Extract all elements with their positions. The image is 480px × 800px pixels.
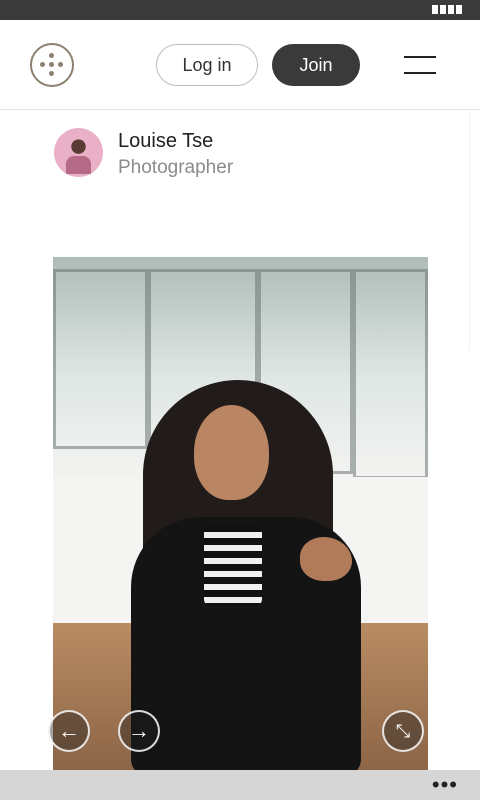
battery-icon xyxy=(432,5,462,14)
striped-shirt xyxy=(204,525,262,607)
profile-avatar[interactable] xyxy=(54,128,103,177)
top-navigation: Log in Join xyxy=(0,20,480,110)
status-bar xyxy=(0,0,480,20)
browser-bottom-bar: ••• xyxy=(0,770,480,800)
brand-logo-icon[interactable] xyxy=(30,43,74,87)
profile-role: Photographer xyxy=(118,157,234,178)
hamburger-menu-icon[interactable] xyxy=(404,56,436,74)
model-face xyxy=(194,405,269,500)
profile-content: Louise Tse Photographer ← → ⤡ xyxy=(0,110,480,770)
next-arrow-icon[interactable]: → xyxy=(118,710,160,752)
previous-arrow-icon[interactable]: ← xyxy=(48,710,90,752)
fullscreen-exit-icon[interactable]: ⤡ xyxy=(382,710,424,752)
model-hand xyxy=(300,537,352,581)
login-button[interactable]: Log in xyxy=(156,44,258,86)
portrait-photo[interactable] xyxy=(53,257,428,770)
more-options-icon[interactable]: ••• xyxy=(432,772,458,798)
side-divider xyxy=(469,110,470,350)
profile-name: Louise Tse xyxy=(118,130,214,152)
join-button[interactable]: Join xyxy=(272,44,360,86)
